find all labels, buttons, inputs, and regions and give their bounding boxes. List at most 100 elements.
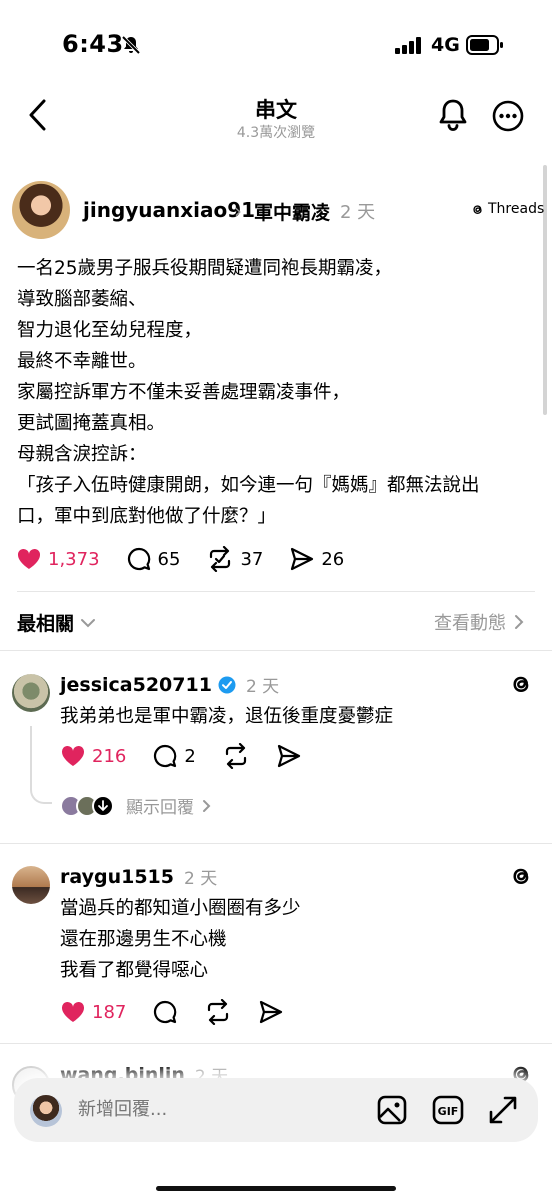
repost-button[interactable] — [204, 999, 232, 1025]
post-line: 「孩子入伍時健康開朗，如今連一句『媽媽』都無法說出 — [17, 475, 480, 496]
reply-line: 還在那邊男生不心機 — [60, 929, 227, 950]
reply-input[interactable] — [78, 1099, 338, 1120]
reply-header: raygu1515 2 天 — [60, 864, 218, 890]
view-activity-label: 查看動態 — [434, 613, 506, 634]
post-body: 一名25歲男子服兵役期間疑遭同袍長期霸凌， 導致腦部萎縮、 智力退化至幼兒程度，… — [17, 253, 537, 532]
send-icon — [276, 743, 302, 769]
reply-timestamp: 2 天 — [184, 869, 218, 889]
chevron-right-icon — [514, 614, 524, 630]
threads-logo-icon[interactable] — [508, 671, 534, 697]
threads-logo-icon — [470, 202, 485, 217]
share-count: 26 — [321, 548, 345, 570]
gif-button[interactable]: GIF — [432, 1095, 464, 1125]
show-replies-button[interactable]: 顯示回覆 — [126, 793, 211, 818]
divider — [17, 591, 535, 592]
chevron-right-icon — [202, 799, 211, 813]
comment-button[interactable]: 65 — [126, 546, 181, 572]
thread-connector-line — [30, 726, 52, 804]
post-author-avatar[interactable] — [12, 181, 70, 239]
post-line: 母親含淚控訴： — [17, 444, 147, 465]
repost-button[interactable] — [222, 743, 250, 769]
post-line: 導致腦部萎縮、 — [17, 289, 147, 310]
comment-count: 65 — [157, 548, 181, 570]
expand-icon[interactable] — [488, 1095, 518, 1125]
post-timestamp: 2 天 — [340, 202, 376, 223]
svg-text:GIF: GIF — [438, 1105, 459, 1118]
share-button[interactable] — [276, 743, 302, 769]
repost-icon — [206, 546, 234, 572]
post-line: 家屬控訴軍方不僅未妥善處理霸凌事件， — [17, 382, 351, 403]
comment-bubble-icon — [152, 999, 178, 1025]
post-actions: 1,373 65 37 26 — [16, 546, 370, 572]
comment-button[interactable] — [152, 999, 178, 1025]
post-line: 最終不幸離世。 — [17, 351, 147, 372]
signal-icon — [395, 37, 423, 54]
send-icon — [289, 546, 315, 572]
threads-source-label: Threads — [488, 201, 545, 217]
home-indicator — [156, 1186, 396, 1191]
reply-text: 當過兵的都知道小圈圈有多少 還在那邊男生不心機 我看了都覺得噁心 — [60, 893, 301, 986]
repost-count: 37 — [240, 548, 264, 570]
heart-filled-icon — [60, 744, 86, 768]
view-activity-link[interactable]: 查看動態 — [434, 609, 524, 635]
post-line: 智力退化至幼兒程度， — [17, 320, 203, 341]
like-count: 216 — [92, 745, 127, 767]
page-title: 串文 — [255, 98, 297, 122]
more-options-button[interactable] — [491, 99, 525, 133]
like-count: 187 — [92, 1001, 127, 1023]
chevron-right-icon: › — [234, 199, 242, 223]
comment-bubble-icon — [152, 743, 178, 769]
post-author-username[interactable]: jingyuanxiao91 — [83, 198, 255, 222]
repost-icon — [222, 743, 250, 769]
replier-avatars — [60, 794, 114, 817]
sort-dropdown[interactable]: 最相關 — [17, 609, 96, 636]
heart-filled-icon — [60, 1000, 86, 1024]
heart-filled-icon — [16, 547, 42, 571]
reply-author-avatar[interactable] — [12, 866, 50, 904]
share-button[interactable]: 26 — [289, 546, 344, 572]
reply-actions: 187 — [60, 999, 310, 1025]
sort-label: 最相關 — [17, 613, 75, 635]
divider — [0, 843, 552, 844]
comment-button[interactable]: 2 — [152, 743, 196, 769]
share-button[interactable] — [258, 999, 284, 1025]
reply-header: jessica520711 2 天 — [60, 672, 280, 698]
reply-author-avatar[interactable] — [12, 674, 50, 712]
show-replies-row[interactable]: 顯示回覆 — [60, 793, 211, 818]
like-button[interactable]: 1,373 — [16, 547, 100, 571]
reply-line: 當過兵的都知道小圈圈有多少 — [60, 898, 301, 919]
notification-bell-button[interactable] — [437, 98, 469, 132]
reply-username[interactable]: jessica520711 — [60, 674, 212, 696]
divider — [0, 650, 552, 651]
arrow-down-icon — [92, 794, 114, 817]
show-replies-label: 顯示回覆 — [126, 798, 194, 818]
reply-username[interactable]: raygu1515 — [60, 866, 174, 888]
divider — [0, 1043, 552, 1044]
like-count: 1,373 — [48, 548, 100, 570]
reply-timestamp: 2 天 — [245, 677, 280, 697]
like-button[interactable]: 216 — [60, 744, 126, 768]
battery-icon — [466, 35, 504, 55]
repost-button[interactable]: 37 — [206, 546, 263, 572]
threads-logo-icon[interactable] — [508, 863, 534, 889]
post-line: 口，軍中到底對他做了什麼？」 — [17, 506, 277, 527]
comment-bubble-icon — [126, 546, 152, 572]
silent-bell-icon — [120, 34, 142, 56]
view-count: 4.3萬次瀏覽 — [236, 125, 316, 141]
reply-line: 我看了都覺得噁心 — [60, 960, 209, 981]
send-icon — [258, 999, 284, 1025]
like-button[interactable]: 187 — [60, 1000, 126, 1024]
reply-text: 我弟弟也是軍中霸凌，退伍後重度憂鬱症 — [60, 706, 394, 727]
image-attach-button[interactable] — [377, 1095, 407, 1125]
reply-actions: 216 2 — [60, 743, 328, 769]
status-time: 6:43 — [62, 30, 124, 58]
current-user-avatar — [30, 1095, 62, 1127]
network-type: 4G — [431, 34, 460, 56]
chevron-down-icon — [80, 617, 96, 629]
repost-icon — [204, 999, 232, 1025]
threads-source-tag: Threads — [470, 201, 544, 217]
post-line: 一名25歲男子服兵役期間疑遭同袍長期霸凌， — [17, 258, 393, 279]
post-line: 更試圖掩蓋真相。 — [17, 413, 166, 434]
verified-badge-icon — [218, 676, 236, 694]
post-topic-tag[interactable]: 軍中霸凌 — [254, 198, 330, 225]
